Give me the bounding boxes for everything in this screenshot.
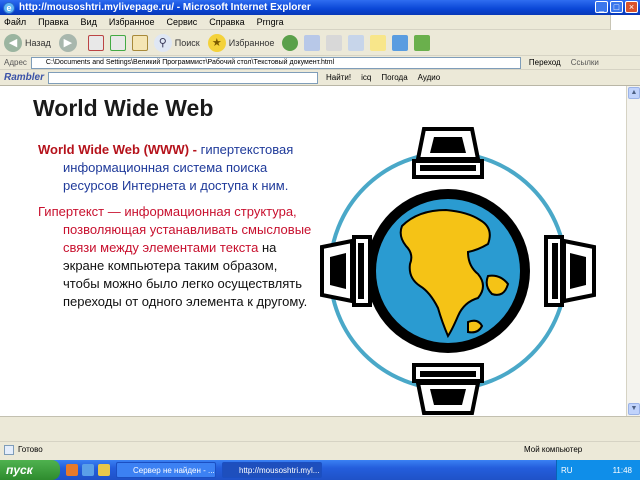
status-ready: Готово	[18, 445, 43, 454]
print-icon[interactable]	[326, 34, 343, 51]
rambler-find-button[interactable]: Найти!	[326, 73, 351, 82]
system-tray: RU 11:48	[556, 460, 640, 480]
menu-help[interactable]: Справка	[209, 17, 244, 27]
edit-icon[interactable]	[348, 34, 365, 51]
window-title: http://mousoshtri.mylivepage.ru/ - Micro…	[19, 2, 311, 13]
clock: 11:48	[612, 465, 632, 475]
favorites-button[interactable]: ★ Избранное	[207, 33, 275, 52]
page-content: World Wide Web World Wide Web (WWW) - ги…	[0, 86, 626, 416]
search-label: Поиск	[174, 37, 200, 48]
computer-bottom-icon	[412, 363, 484, 415]
quick-launch-icon-3[interactable]	[98, 464, 110, 476]
ie-icon: e	[3, 1, 15, 14]
close-button[interactable]: ×	[625, 1, 638, 13]
computer-left-icon	[320, 235, 372, 307]
search-button[interactable]: ⚲ Поиск	[153, 33, 200, 52]
toolbar: ◀ Назад ▶ ⚲ Поиск ★ Избранное	[0, 30, 640, 56]
maximize-button[interactable]: □	[610, 1, 623, 13]
menu-tools[interactable]: Сервис	[166, 17, 197, 27]
www-illustration	[320, 127, 596, 415]
definition-paragraph: World Wide Web (WWW) - гипертекстовая ин…	[38, 141, 313, 195]
rambler-audio-button[interactable]: Аудио	[418, 73, 441, 82]
address-input[interactable]: C:\Documents and Settings\Великий Програ…	[30, 56, 521, 69]
menu-favorites[interactable]: Избранное	[109, 17, 155, 27]
home-icon[interactable]	[131, 34, 148, 51]
title-bar: e http://mousoshtri.mylivepage.ru/ - Mic…	[0, 0, 640, 15]
rambler-icq-button[interactable]: icq	[361, 73, 371, 82]
rambler-logo[interactable]: Rambler	[4, 72, 44, 83]
back-label: Назад	[25, 37, 51, 48]
stop-icon[interactable]	[87, 34, 104, 51]
text-block: World Wide Web (WWW) - гипертекстовая ин…	[38, 141, 313, 311]
forward-arrow-icon: ▶	[58, 33, 77, 52]
address-bar: Адрес C:\Documents and Settings\Великий …	[0, 56, 640, 70]
language-indicator[interactable]: RU	[561, 466, 573, 475]
status-bar: Готово Мой компьютер	[0, 441, 640, 457]
hypertext-paragraph: Гипертекст — информационная структура, п…	[38, 203, 313, 311]
menu-bar: Файл Правка Вид Избранное Сервис Справка…	[0, 15, 640, 30]
menu-view[interactable]: Вид	[81, 17, 97, 27]
minimize-button[interactable]: _	[595, 1, 608, 13]
menu-prngra[interactable]: Prngra	[257, 17, 284, 27]
messenger-icon[interactable]	[392, 34, 409, 51]
computer-right-icon	[544, 235, 596, 307]
rambler-toolbar: Rambler Найти! icq Погода Аудио	[0, 70, 640, 86]
go-button[interactable]: Переход	[529, 58, 561, 67]
extra-icon[interactable]	[414, 34, 431, 51]
status-zone: Мой компьютер	[524, 445, 583, 454]
start-button[interactable]: пуск	[0, 460, 60, 480]
task-server-not-found[interactable]: Сервер не найден - ...	[116, 462, 216, 478]
rambler-weather-button[interactable]: Погода	[381, 73, 407, 82]
forward-button[interactable]: ▶	[58, 33, 80, 52]
search-icon: ⚲	[153, 33, 172, 52]
folder-icon[interactable]	[370, 34, 387, 51]
globe-icon	[366, 189, 530, 353]
quick-launch	[66, 464, 110, 476]
quick-launch-icon-1[interactable]	[66, 464, 78, 476]
menu-edit[interactable]: Правка	[38, 17, 68, 27]
windows-logo-icon	[610, 15, 640, 30]
rambler-search-input[interactable]	[48, 71, 319, 84]
status-area: Готово Мой компьютер	[0, 416, 640, 460]
mail-icon[interactable]	[304, 34, 321, 51]
back-arrow-icon: ◀	[4, 33, 22, 52]
quick-launch-icon-2[interactable]	[82, 464, 94, 476]
page-icon	[4, 444, 14, 455]
media-icon[interactable]	[282, 34, 299, 51]
refresh-icon[interactable]	[109, 34, 126, 51]
taskbar: пуск Сервер не найден - ... http://mouso…	[0, 460, 640, 480]
scroll-down-button[interactable]: ▼	[628, 403, 640, 415]
page-title: World Wide Web	[33, 95, 214, 121]
back-button[interactable]: ◀ Назад	[4, 33, 51, 52]
address-label: Адрес	[4, 58, 27, 67]
favorites-label: Избранное	[228, 37, 275, 48]
www-term: World Wide Web (WWW) -	[38, 142, 197, 157]
menu-file[interactable]: Файл	[4, 17, 26, 27]
computer-top-icon	[412, 127, 484, 179]
star-icon: ★	[207, 33, 226, 52]
links-button[interactable]: Ссылки	[571, 58, 599, 67]
vertical-scrollbar[interactable]: ▲ ▼	[626, 86, 640, 416]
scroll-up-button[interactable]: ▲	[628, 87, 640, 99]
task-mousoshtri[interactable]: http://mousoshtri.myl...	[222, 462, 322, 478]
